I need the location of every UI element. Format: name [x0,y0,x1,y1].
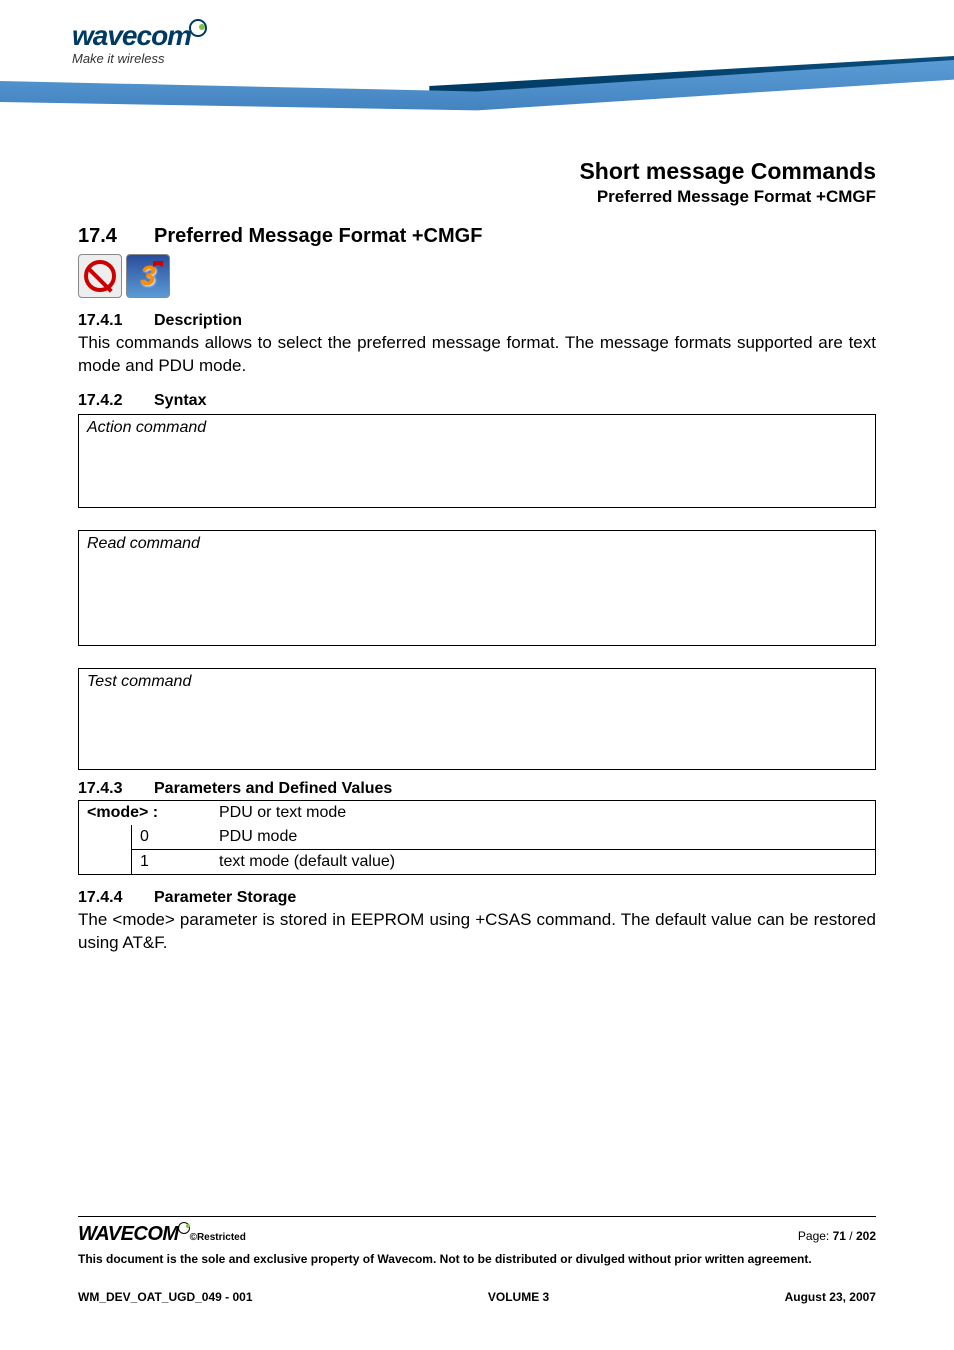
table-row: 1 text mode (default value) [78,850,876,875]
footer-disclaimer: This document is the sole and exclusive … [78,1252,876,1268]
footer-logo-swirl-icon [178,1222,190,1234]
param-desc: PDU or text mode [211,801,875,825]
brand-logo-block: wavecom Make it wireless [72,22,207,65]
footer-restricted: ©Restricted [190,1232,246,1243]
prohibit-icon [78,254,122,298]
page-content: Short message Commands Preferred Message… [0,158,954,955]
section-number: 17.4 [78,225,154,248]
param-value-1-desc: text mode (default value) [211,850,875,874]
page-sep: / [846,1229,856,1243]
param-value-1: 1 [131,850,211,874]
section-subtitle: Preferred Message Format +CMGF [78,187,876,207]
swoosh-light [0,60,954,130]
description-number: 17.4.1 [78,312,154,330]
storage-text: The <mode> parameter is stored in EEPROM… [78,909,876,955]
description-title: Description [154,312,242,329]
table-row: 0 PDU mode [78,825,876,850]
storage-number: 17.4.4 [78,889,154,907]
chapter-heading-block: Short message Commands Preferred Message… [78,158,876,207]
description-heading: 17.4.1Description [78,312,876,330]
parameters-table: <mode> : PDU or text mode 0 PDU mode 1 t… [78,800,876,875]
syntax-heading: 17.4.2Syntax [78,392,876,410]
footer-logo-block: WAVECOM ©Restricted [78,1223,246,1246]
footer-bottom-row: WM_DEV_OAT_UGD_049 - 001 VOLUME 3 August… [78,1290,876,1304]
syntax-number: 17.4.2 [78,392,154,410]
read-command-box: Read command [78,530,876,646]
action-command-label: Action command [87,419,867,437]
chapter-title: Short message Commands [78,158,876,185]
storage-title: Parameter Storage [154,889,296,906]
description-text: This commands allows to select the prefe… [78,332,876,378]
parameters-number: 17.4.3 [78,780,154,798]
page-current: 71 [833,1229,846,1243]
storage-heading: 17.4.4Parameter Storage [78,889,876,907]
header-swoosh-graphic [0,60,954,130]
three-flag-icon: 3 [126,254,170,298]
page-number-block: Page: 71 / 202 [798,1229,876,1243]
parameters-heading: 17.4.3Parameters and Defined Values [78,780,876,798]
section-title: Preferred Message Format +CMGF [154,225,482,247]
param-name: <mode> : [87,804,158,821]
page-total: 202 [856,1229,876,1243]
section-icons: 3 [78,254,876,298]
footer-top-row: WAVECOM ©Restricted Page: 71 / 202 [78,1223,876,1246]
volume: VOLUME 3 [488,1290,549,1304]
read-command-label: Read command [87,535,867,553]
page-footer: WAVECOM ©Restricted Page: 71 / 202 This d… [78,1216,876,1304]
param-header-row: <mode> : PDU or text mode [78,800,876,825]
doc-id: WM_DEV_OAT_UGD_049 - 001 [78,1290,253,1304]
logo-swirl-icon [189,19,207,37]
parameters-title: Parameters and Defined Values [154,780,392,797]
footer-divider [78,1216,876,1217]
doc-date: August 23, 2007 [785,1290,876,1304]
param-value-0-desc: PDU mode [211,825,875,850]
page-label: Page: [798,1229,833,1243]
action-command-box: Action command [78,414,876,508]
page-header: wavecom Make it wireless [0,0,954,120]
footer-logo-text: WAVECOM [78,1223,179,1245]
param-value-0: 0 [131,825,211,850]
test-command-box: Test command [78,668,876,770]
test-command-label: Test command [87,673,867,691]
brand-name: wavecom [72,20,191,51]
syntax-title: Syntax [154,392,206,409]
section-heading: 17.4Preferred Message Format +CMGF [78,225,876,248]
